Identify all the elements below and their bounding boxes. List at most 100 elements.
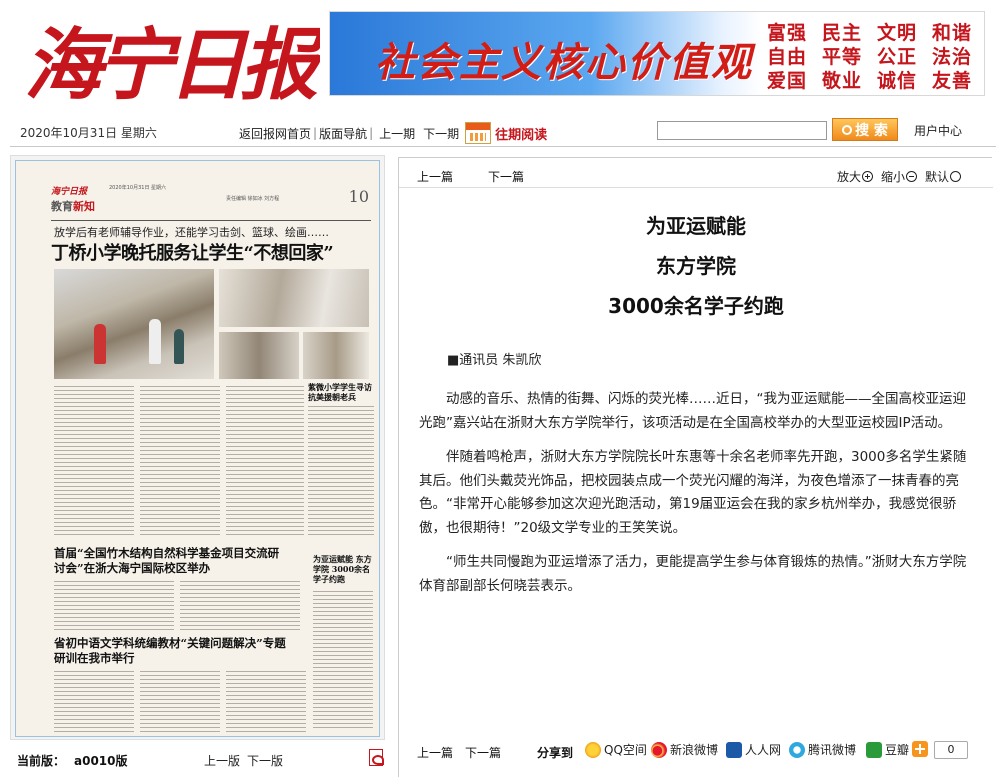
pdf-icon[interactable] (369, 749, 384, 766)
article-byline: ■通讯员 朱凯欣 (447, 353, 542, 368)
core-value: 民主 (821, 22, 862, 44)
home-link[interactable]: 返回报网首页 (239, 125, 311, 142)
np-text-block (54, 581, 174, 631)
np-text-block (54, 671, 134, 733)
share-target-label: 新浪微博 (670, 743, 719, 757)
core-value: 和谐 (931, 22, 972, 44)
np-bottom-headline[interactable]: 首届“全国竹木结构自然科学基金项目交流研讨会”在浙大海宁国际校区举办 (54, 546, 284, 576)
search-icon (842, 124, 853, 135)
qzone-icon (585, 741, 601, 758)
prev-issue-link[interactable]: 上一期 (379, 125, 415, 142)
share-douban-button[interactable]: 豆瓣 (866, 741, 909, 758)
core-values-grid: 富强 民主 文明 和谐 自由 平等 公正 法治 爱国 敬业 诚信 友善 (767, 18, 972, 92)
article-nav: 上一篇 下一篇 放大 缩小 默认 (399, 158, 993, 188)
article-body: 动感的音乐、热情的街舞、闪烁的荧光棒……近日，“我为亚运赋能——全国高校亚运迎光… (419, 388, 979, 609)
zoom-reset-button[interactable]: 默认 (925, 168, 961, 185)
next-article-link[interactable]: 下一篇 (488, 168, 524, 185)
article-title-line: 东方学院 (656, 254, 736, 278)
current-edition-label: 当前版： (17, 754, 66, 768)
search-button[interactable]: 搜 索 (832, 118, 898, 141)
tencent-weibo-icon (789, 741, 805, 758)
current-edition-value: a0010版 (74, 754, 128, 768)
douban-icon (866, 741, 882, 758)
share-target-label: 腾讯微博 (808, 743, 857, 757)
np-section: 教育新知 (51, 198, 95, 214)
np-meta-line: 责任编辑 徐如冰 刘方程 (226, 196, 280, 202)
search-input[interactable] (657, 121, 827, 140)
prev-article-link[interactable]: 上一篇 (417, 168, 453, 185)
np-date-line: 2020年10月31日 星期六 (109, 185, 167, 191)
haining-daily-logo[interactable]: 海宁日报 (20, 10, 320, 110)
nav-separator: | (313, 126, 318, 140)
core-value: 富强 (767, 22, 808, 44)
np-logo: 海宁日报 (51, 187, 88, 197)
share-renren-button[interactable]: 人人网 (726, 741, 781, 758)
zoom-in-button[interactable]: 放大 (837, 168, 873, 185)
archive-link[interactable]: 往期阅读 (465, 122, 547, 144)
article-paragraph: “师生共同慢跑为亚运增添了活力，更能提高学生参与体育锻炼的热情。”浙财大东方学院… (419, 554, 967, 594)
article-pane: 上一篇 下一篇 放大 缩小 默认 为亚运赋能 东方学院 3000余名学子约跑 ■… (398, 157, 993, 777)
np-text-block (180, 581, 300, 631)
article-footer: 上一篇 下一篇 分享到 QQ空间 新浪微博 人人网 腾讯微博 豆瓣 0 (399, 738, 993, 766)
calendar-icon (465, 122, 492, 144)
share-more-button[interactable] (912, 741, 931, 757)
np-side-title[interactable]: 紫微小学学生寻访抗美援朝老兵 (308, 382, 378, 402)
search-button-label: 搜 索 (855, 122, 888, 139)
nav-links: 返回报网首页 | 版面导航 | 上一期 下一期 往期阅读 (239, 122, 547, 144)
core-values-banner[interactable]: 社会主义核心价值观 富强 民主 文明 和谐 自由 平等 公正 法治 爱国 敬业 … (329, 11, 985, 96)
share-tencent-weibo-button[interactable]: 腾讯微博 (789, 741, 856, 758)
nav-separator: | (369, 126, 374, 140)
np-text-block (54, 386, 134, 536)
np-photo (219, 269, 369, 327)
core-value: 友善 (931, 70, 972, 92)
plus-icon (912, 741, 928, 757)
zoom-in-label: 放大 (836, 170, 861, 184)
np-section-name: 教育 (51, 200, 73, 213)
np-photo (219, 332, 299, 379)
page-nav-link[interactable]: 版面导航 (319, 125, 367, 142)
zoom-out-icon (905, 171, 917, 182)
np-side-title-2[interactable]: 为亚运赋能 东方学院 3000余名学子约跑 (313, 554, 373, 584)
np-photo (303, 332, 369, 379)
share-label: 分享到 (537, 746, 574, 760)
np-bottom-headline[interactable]: 省初中语文学科统编教材“关键问题解决”专题研训在我市举行 (54, 636, 294, 666)
zoom-in-icon (861, 171, 873, 182)
footer-next-article-link[interactable]: 下一篇 (465, 744, 501, 761)
core-value: 公正 (876, 46, 917, 68)
divider (10, 146, 996, 147)
zoom-out-button[interactable]: 缩小 (881, 168, 917, 185)
article-title-line: 3000余名学子约跑 (608, 294, 784, 318)
np-headline[interactable]: 丁桥小学晚托服务让学生“不想回家” (51, 239, 334, 265)
share-count: 0 (934, 741, 968, 759)
np-page-number: 10 (348, 187, 369, 206)
np-text-block (313, 591, 373, 731)
np-text-block (308, 406, 374, 536)
prev-edition-link[interactable]: 上一版 (204, 752, 240, 769)
issue-date: 2020年10月31日 星期六 (20, 126, 157, 140)
next-edition-link[interactable]: 下一版 (247, 752, 283, 769)
np-header: 海宁日报 2020年10月31日 星期六 教育新知 责任编辑 徐如冰 刘方程 1… (51, 181, 371, 221)
photo-figure (174, 329, 184, 364)
page-preview-pane: 海宁日报 2020年10月31日 星期六 教育新知 责任编辑 徐如冰 刘方程 1… (10, 155, 385, 740)
weibo-icon (651, 741, 667, 758)
core-values-row: 富强 民主 文明 和谐 (767, 18, 972, 44)
share-target-label: 人人网 (745, 743, 782, 757)
user-center-link[interactable]: 用户中心 (914, 122, 962, 139)
share-qzone-button[interactable]: QQ空间 (585, 741, 647, 758)
share-target-label: QQ空间 (604, 743, 647, 757)
next-issue-link[interactable]: 下一期 (423, 125, 459, 142)
footer-prev-article-link[interactable]: 上一篇 (417, 744, 453, 761)
article-title-line: 为亚运赋能 (646, 214, 746, 238)
newspaper-page-image[interactable]: 海宁日报 2020年10月31日 星期六 教育新知 责任编辑 徐如冰 刘方程 1… (15, 160, 380, 737)
core-value: 爱国 (767, 70, 808, 92)
zoom-out-label: 缩小 (880, 170, 905, 184)
zoom-reset-label: 默认 (924, 170, 949, 184)
logo-text: 海宁日报 (24, 20, 320, 110)
article-title: 为亚运赋能 东方学院 3000余名学子约跑 (399, 206, 993, 326)
core-value: 文明 (876, 22, 917, 44)
share-weibo-button[interactable]: 新浪微博 (651, 741, 718, 758)
article-paragraph: 伴随着鸣枪声，浙财大东方学院院长叶东惠等十余名老师率先开跑，3000多名学生紧随… (419, 449, 967, 536)
edition-footer: 当前版： a0010版 上一版 下一版 (10, 741, 385, 771)
np-sub-headline[interactable]: 放学后有老师辅导作业，还能学习击剑、篮球、绘画…… (54, 224, 329, 240)
np-photo (54, 269, 214, 379)
